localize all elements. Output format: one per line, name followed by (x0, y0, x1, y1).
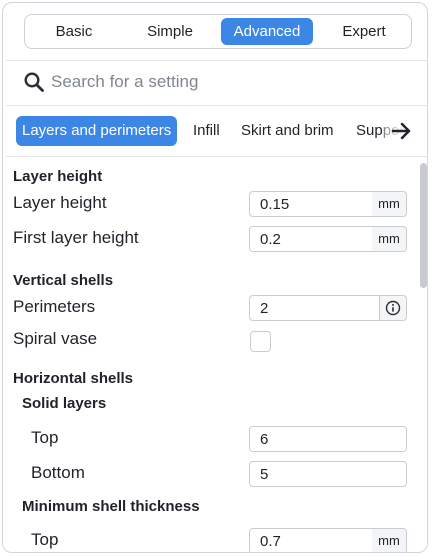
layer-height-input[interactable] (249, 191, 373, 217)
settings-panel: Basic Simple Advanced Expert Layers and … (2, 2, 428, 553)
tab-layers-and-perimeters[interactable]: Layers and perimeters (16, 116, 178, 146)
spiral-vase-label: Spiral vase (13, 329, 98, 348)
scrollbar-thumb[interactable] (420, 163, 427, 288)
section-horizontal-shells: Horizontal shells (13, 370, 134, 387)
mode-simple-button[interactable]: Simple (125, 18, 215, 45)
mode-advanced-button[interactable]: Advanced (221, 18, 313, 45)
first-layer-height-unit: mm (372, 226, 407, 252)
tab-skirt-and-brim[interactable]: Skirt and brim (241, 116, 334, 146)
subsection-solid-layers: Solid layers (22, 395, 107, 412)
subsection-minimum-shell-thickness: Minimum shell thickness (22, 498, 200, 515)
perimeters-info-button[interactable] (379, 295, 407, 321)
spiral-vase-checkbox[interactable] (250, 331, 271, 352)
divider (6, 105, 427, 106)
search-icon (24, 72, 44, 92)
min-shell-top-unit: mm (372, 528, 407, 552)
divider (6, 156, 427, 157)
mode-expert-button[interactable]: Expert (319, 18, 409, 45)
mode-basic-button[interactable]: Basic (29, 18, 119, 45)
tab-infill[interactable]: Infill (193, 116, 220, 146)
perimeters-input[interactable] (249, 295, 380, 321)
layer-height-unit: mm (372, 191, 407, 217)
perimeters-label: Perimeters (13, 297, 96, 316)
first-layer-height-label: First layer height (13, 228, 139, 247)
first-layer-height-input[interactable] (249, 226, 373, 252)
solid-bottom-label: Bottom (31, 463, 85, 482)
min-shell-top-label: Top (31, 530, 59, 549)
min-shell-top-input[interactable] (249, 528, 373, 552)
solid-top-label: Top (31, 428, 59, 447)
mode-selector: Basic Simple Advanced Expert (24, 14, 412, 49)
section-vertical-shells: Vertical shells (13, 272, 114, 289)
arrow-right-icon[interactable] (391, 120, 413, 142)
search-input[interactable] (51, 69, 411, 95)
section-layer-height: Layer height (13, 168, 103, 185)
solid-bottom-input[interactable] (249, 461, 407, 487)
layer-height-label: Layer height (13, 193, 107, 212)
solid-top-input[interactable] (249, 426, 407, 452)
divider (6, 60, 427, 61)
info-icon (385, 300, 401, 316)
